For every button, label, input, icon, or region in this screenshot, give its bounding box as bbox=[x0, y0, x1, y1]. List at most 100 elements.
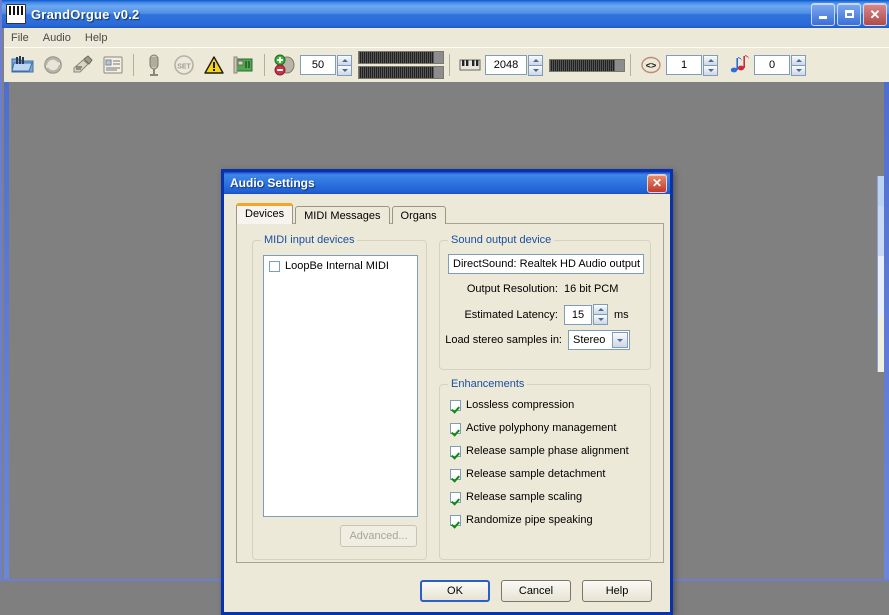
enh-checkbox-row-5[interactable]: Release sample scaling bbox=[450, 491, 582, 503]
latency-spin-down[interactable] bbox=[593, 314, 608, 325]
cancel-button[interactable]: Cancel bbox=[501, 580, 571, 602]
randomize-pipe-speaking-label: Randomize pipe speaking bbox=[466, 514, 593, 526]
tabstrip: Devices MIDI Messages Organs bbox=[236, 203, 448, 224]
window-title: GrandOrgue v0.2 bbox=[31, 6, 140, 22]
stereo-samples-combo[interactable]: Stereo bbox=[568, 330, 630, 350]
active-polyphony-management-label: Active polyphony management bbox=[466, 422, 617, 434]
warning-icon[interactable] bbox=[199, 50, 229, 80]
dialog-button-row: OK Cancel Help bbox=[224, 580, 676, 602]
tab-midi-messages[interactable]: MIDI Messages bbox=[295, 206, 390, 224]
memory-spin-up[interactable] bbox=[791, 54, 806, 65]
transpose-value[interactable]: 1 bbox=[666, 55, 702, 75]
advanced-button[interactable]: Advanced... bbox=[340, 525, 417, 547]
background-window-sliver bbox=[877, 176, 884, 372]
properties-icon[interactable] bbox=[98, 50, 128, 80]
chevron-down-icon[interactable] bbox=[612, 332, 628, 348]
enhancements-group-title: Enhancements bbox=[448, 378, 528, 390]
close-icon[interactable]: ✕ bbox=[863, 2, 887, 26]
active-polyphony-management-checkbox[interactable] bbox=[450, 422, 461, 434]
menu-item-audio[interactable]: Audio bbox=[36, 30, 78, 46]
midi-device-label: LoopBe Internal MIDI bbox=[285, 260, 389, 272]
window-titlebar: GrandOrgue v0.2 ✕ bbox=[2, 0, 889, 28]
set-icon[interactable]: SET bbox=[169, 50, 199, 80]
volume-meter-right[interactable] bbox=[358, 66, 444, 79]
dialog-titlebar: Audio Settings ✕ bbox=[224, 172, 670, 194]
volume-meter-left[interactable] bbox=[358, 51, 444, 64]
svg-text:<>: <> bbox=[646, 61, 657, 71]
enh-checkbox-row-4[interactable]: Release sample detachment bbox=[450, 468, 605, 480]
menu-item-help[interactable]: Help bbox=[78, 30, 115, 46]
volume-icon[interactable] bbox=[270, 50, 300, 80]
release-sample-phase-alignment-checkbox[interactable] bbox=[450, 445, 461, 457]
toolbar: SET 50 2048 <> 1 0 bbox=[4, 47, 889, 82]
memory-value[interactable]: 0 bbox=[754, 55, 790, 75]
midi-device-checkbox[interactable] bbox=[269, 260, 280, 272]
maximize-icon[interactable] bbox=[837, 2, 861, 26]
volume-meters bbox=[358, 51, 444, 79]
window-controls: ✕ bbox=[811, 2, 889, 26]
polyphony-spin-up[interactable] bbox=[528, 54, 543, 65]
transpose-spin-down[interactable] bbox=[703, 64, 718, 76]
volume-spinner[interactable] bbox=[337, 54, 352, 76]
enh-checkbox-row-6[interactable]: Randomize pipe speaking bbox=[450, 514, 593, 526]
dialog-close-icon[interactable]: ✕ bbox=[647, 173, 667, 193]
menu-item-file[interactable]: File bbox=[4, 30, 36, 46]
organ-pipes-icon[interactable] bbox=[139, 50, 169, 80]
enh-checkbox-row-1[interactable]: Lossless compression bbox=[450, 399, 574, 411]
list-item[interactable]: LoopBe Internal MIDI bbox=[264, 256, 417, 276]
help-button[interactable]: Help bbox=[582, 580, 652, 602]
release-sample-phase-alignment-label: Release sample phase alignment bbox=[466, 445, 629, 457]
memory-spinner[interactable] bbox=[791, 54, 806, 76]
toolbar-separator-2 bbox=[264, 54, 265, 76]
ok-button[interactable]: OK bbox=[420, 580, 490, 602]
organ-keyboard-icon bbox=[6, 4, 26, 24]
minimize-icon[interactable] bbox=[811, 2, 835, 26]
midi-group-title: MIDI input devices bbox=[261, 234, 358, 246]
transpose-icon[interactable]: <> bbox=[636, 50, 666, 80]
volume-spin-up[interactable] bbox=[337, 54, 352, 65]
polyphony-spinner[interactable] bbox=[528, 54, 543, 76]
randomize-pipe-speaking-checkbox[interactable] bbox=[450, 514, 461, 526]
sound-group-title: Sound output device bbox=[448, 234, 555, 246]
enh-checkbox-row-3[interactable]: Release sample phase alignment bbox=[450, 445, 629, 457]
release-sample-scaling-checkbox[interactable] bbox=[450, 491, 461, 503]
polyphony-meter[interactable] bbox=[549, 58, 625, 72]
soundcard-icon[interactable] bbox=[229, 50, 259, 80]
tab-devices[interactable]: Devices bbox=[236, 203, 294, 224]
piano-keys-icon[interactable] bbox=[455, 50, 485, 80]
transpose-spin-up[interactable] bbox=[703, 54, 718, 65]
memory-spin-down[interactable] bbox=[791, 64, 806, 76]
reload-icon[interactable] bbox=[38, 50, 68, 80]
stereo-samples-label: Load stereo samples in: bbox=[445, 334, 562, 346]
tab-organs[interactable]: Organs bbox=[391, 206, 446, 224]
open-organ-icon[interactable] bbox=[8, 50, 38, 80]
latency-spinner[interactable] bbox=[593, 304, 608, 325]
enhancements-group: Enhancements Lossless compression Active… bbox=[439, 378, 651, 560]
volume-value[interactable]: 50 bbox=[300, 55, 336, 75]
release-sample-detachment-checkbox[interactable] bbox=[450, 468, 461, 480]
midi-input-devices-group: MIDI input devices LoopBe Internal MIDI … bbox=[252, 234, 427, 560]
background-window-left-edge bbox=[4, 82, 9, 579]
settings-organ-icon[interactable] bbox=[68, 50, 98, 80]
devices-tab-panel: MIDI input devices LoopBe Internal MIDI … bbox=[236, 223, 664, 563]
menubar: File Audio Help bbox=[4, 28, 889, 47]
volume-spin-down[interactable] bbox=[337, 64, 352, 76]
estimated-latency-label: Estimated Latency: bbox=[464, 308, 558, 321]
main-window: GrandOrgue v0.2 ✕ File Audio Help SET 50… bbox=[0, 0, 889, 615]
toolbar-separator bbox=[133, 54, 134, 76]
sound-device-field[interactable]: DirectSound: Realtek HD Audio output bbox=[448, 254, 644, 274]
lossless-compression-checkbox[interactable] bbox=[450, 399, 461, 411]
lossless-compression-label: Lossless compression bbox=[466, 399, 575, 411]
release-sample-scaling-label: Release sample scaling bbox=[466, 491, 583, 503]
music-note-icon[interactable] bbox=[724, 50, 754, 80]
midi-device-list[interactable]: LoopBe Internal MIDI bbox=[263, 255, 418, 517]
transpose-spinner[interactable] bbox=[703, 54, 718, 76]
toolbar-separator-3 bbox=[449, 54, 450, 76]
polyphony-spin-down[interactable] bbox=[528, 64, 543, 76]
enh-checkbox-row-2[interactable]: Active polyphony management bbox=[450, 422, 616, 434]
stereo-samples-value: Stereo bbox=[573, 334, 606, 346]
toolbar-separator-4 bbox=[630, 54, 631, 76]
latency-spin-up[interactable] bbox=[593, 304, 608, 314]
polyphony-value[interactable]: 2048 bbox=[485, 55, 527, 75]
latency-input[interactable]: 15 bbox=[564, 304, 592, 325]
